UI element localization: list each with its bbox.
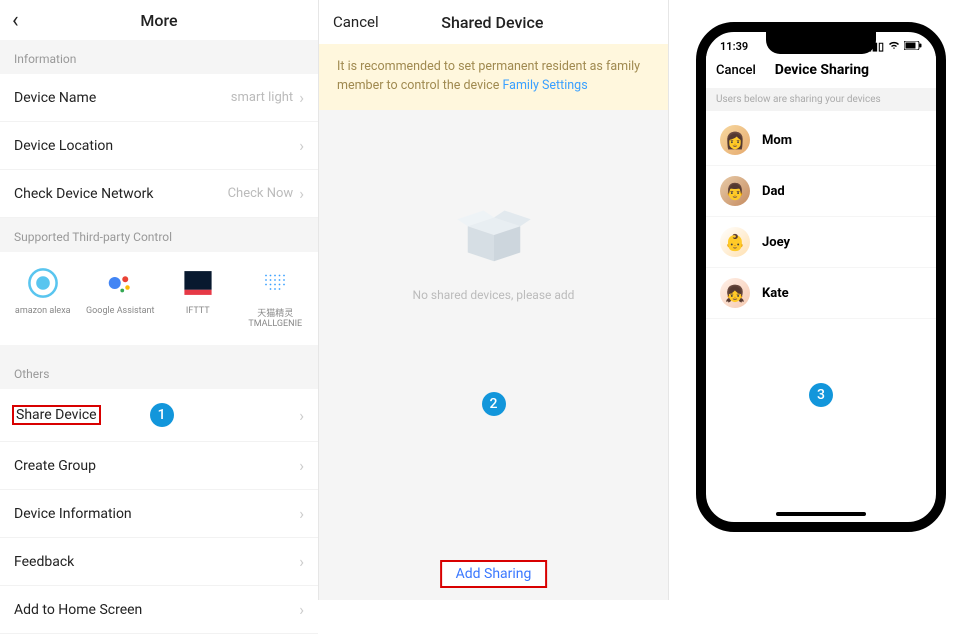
phone-frame: 11:39 ▮▮▮▯ Cancel Device Sharing Users b… — [696, 22, 946, 532]
row-check-device-network[interactable]: Check Device Network Check Now › — [0, 170, 318, 218]
row-share-device[interactable]: Share Device 1 › — [0, 389, 318, 442]
back-button[interactable]: ‹ — [12, 8, 32, 33]
home-indicator — [776, 512, 866, 516]
divider — [668, 0, 669, 600]
integration-caption: Google Assistant — [86, 306, 154, 316]
row-label: Device Information — [14, 506, 299, 522]
section-third-party-label: Supported Third-party Control — [0, 218, 318, 252]
chevron-right-icon: › — [299, 88, 304, 107]
row-label: Feedback — [14, 554, 299, 570]
integration-caption: amazon alexa — [15, 306, 71, 316]
panel2-title: Shared Device — [379, 13, 606, 32]
cancel-button[interactable]: Cancel — [333, 13, 379, 31]
row-label: Device Location — [14, 138, 299, 154]
add-sharing-button[interactable]: Add Sharing — [440, 560, 548, 588]
member-name: Joey — [762, 235, 790, 250]
step-badge-3: 3 — [809, 383, 833, 407]
members-list: 👩 Mom 👨 Dad 👶 Joey 👧 Kate — [706, 111, 936, 323]
family-settings-link[interactable]: Family Settings — [502, 78, 587, 93]
phone-subheader: Users below are sharing your devices — [706, 88, 936, 111]
row-value: Check Now — [228, 186, 294, 201]
chevron-right-icon: › — [299, 456, 304, 475]
panel1-header: ‹ More — [0, 0, 318, 40]
integration-caption: IFTTT — [186, 306, 210, 316]
chevron-right-icon: › — [299, 600, 304, 619]
row-value: smart light — [231, 90, 293, 105]
panel-device-sharing-phone: 11:39 ▮▮▮▯ Cancel Device Sharing Users b… — [688, 22, 954, 578]
chevron-right-icon: › — [299, 504, 304, 523]
avatar: 👨 — [720, 176, 750, 206]
highlight-share-device: Share Device — [12, 405, 101, 425]
row-label: Create Group — [14, 458, 299, 474]
row-label: Add to Home Screen — [14, 602, 299, 618]
avatar: 👩 — [720, 125, 750, 155]
alexa-icon — [26, 266, 60, 300]
row-device-location[interactable]: Device Location › — [0, 122, 318, 170]
cancel-button[interactable]: Cancel — [716, 63, 756, 78]
wifi-icon — [888, 40, 900, 53]
google-assistant-icon — [103, 266, 137, 300]
tmall-genie-icon — [258, 266, 292, 300]
step-badge-container: 2 — [319, 392, 668, 416]
panel-shared-device: Cancel Shared Device It is recommended t… — [319, 0, 668, 600]
chevron-right-icon: › — [299, 406, 304, 425]
status-time: 11:39 — [720, 40, 748, 53]
integrations-row: amazon alexa Google Assistant IFTTT — [0, 252, 318, 345]
empty-box-icon — [449, 200, 539, 270]
section-information-label: Information — [0, 40, 318, 74]
banner-text: It is recommended to set permanent resid… — [337, 59, 640, 93]
phone-notch — [766, 32, 876, 54]
panel2-header: Cancel Shared Device — [319, 0, 668, 44]
list-item[interactable]: 👩 Mom — [706, 115, 936, 166]
avatar: 👧 — [720, 278, 750, 308]
member-name: Kate — [762, 286, 789, 301]
row-label: Share Device — [14, 407, 140, 423]
battery-icon — [904, 40, 922, 53]
family-settings-banner: It is recommended to set permanent resid… — [319, 44, 668, 110]
step-badge-1: 1 — [150, 403, 174, 427]
member-name: Mom — [762, 133, 792, 148]
panel-more: ‹ More Information Device Name smart lig… — [0, 0, 318, 600]
row-create-group[interactable]: Create Group › — [0, 442, 318, 490]
step-badge-container: 3 — [706, 383, 936, 407]
row-add-home-screen[interactable]: Add to Home Screen › — [0, 586, 318, 634]
ifttt-icon — [181, 266, 215, 300]
row-feedback[interactable]: Feedback › — [0, 538, 318, 586]
section-others-label: Others — [0, 345, 318, 389]
row-label: Check Device Network — [14, 186, 228, 202]
chevron-right-icon: › — [299, 184, 304, 203]
step-badge-2: 2 — [482, 392, 506, 416]
integration-ifttt[interactable]: IFTTT — [162, 266, 234, 329]
phone-title: Device Sharing — [756, 62, 888, 78]
row-label: Device Name — [14, 90, 231, 106]
phone-header: Cancel Device Sharing — [706, 56, 936, 88]
chevron-right-icon: › — [299, 136, 304, 155]
empty-state: No shared devices, please add — [319, 110, 668, 302]
list-item[interactable]: 👶 Joey — [706, 217, 936, 268]
integration-alexa[interactable]: amazon alexa — [7, 266, 79, 329]
integration-tmallgenie[interactable]: 天猫精灵 TMALLGENIE — [239, 266, 311, 329]
chevron-right-icon: › — [299, 552, 304, 571]
integration-google[interactable]: Google Assistant — [84, 266, 156, 329]
member-name: Dad — [762, 184, 785, 199]
panel1-title: More — [32, 11, 286, 30]
avatar: 👶 — [720, 227, 750, 257]
list-item[interactable]: 👧 Kate — [706, 268, 936, 319]
list-item[interactable]: 👨 Dad — [706, 166, 936, 217]
row-device-information[interactable]: Device Information › — [0, 490, 318, 538]
empty-state-text: No shared devices, please add — [319, 288, 668, 302]
integration-caption: 天猫精灵 TMALLGENIE — [248, 306, 302, 329]
row-device-name[interactable]: Device Name smart light › — [0, 74, 318, 122]
